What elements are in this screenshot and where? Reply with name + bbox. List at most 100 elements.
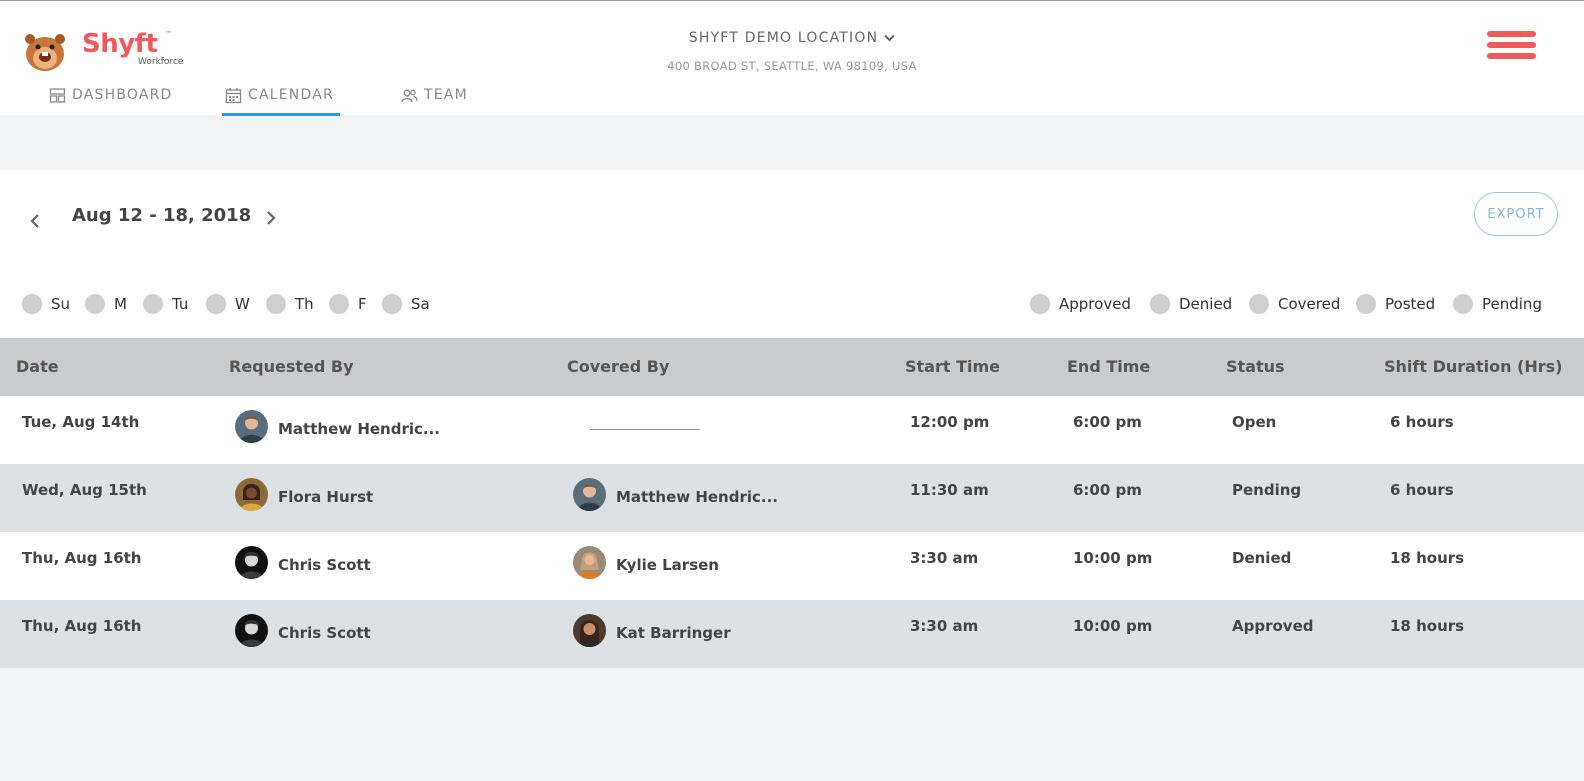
table-row[interactable]: Tue, Aug 14th Matthew Hendric... 12:00 p…: [0, 396, 1584, 464]
cell-end-time: 10:00 pm: [1073, 617, 1153, 635]
cell-start-time: 12:00 pm: [910, 413, 990, 431]
app-header: Shyft ™ Workforce SHYFT DEMO LOCATION 40…: [0, 0, 1584, 116]
filter-label: F: [358, 295, 367, 313]
person-name: Kat Barringer: [616, 624, 731, 642]
column-header-date[interactable]: Date: [16, 357, 59, 376]
cell-covered-by[interactable]: Kat Barringer: [573, 614, 731, 647]
status-filter-approved[interactable]: Approved: [1030, 294, 1131, 314]
beaver-mascot-icon: [25, 34, 65, 71]
day-filter-tuesday[interactable]: Tu: [143, 294, 188, 314]
column-header-shift-duration[interactable]: Shift Duration (Hrs): [1384, 357, 1562, 376]
dashboard-icon: [49, 88, 66, 103]
filter-radio[interactable]: [382, 294, 402, 314]
calendar-icon: [225, 88, 242, 104]
filter-radio[interactable]: [143, 294, 163, 314]
tab-calendar[interactable]: CALENDAR: [222, 81, 340, 116]
chevron-left-icon: [30, 214, 39, 228]
person-name: Kylie Larsen: [616, 556, 719, 574]
avatar: [573, 478, 606, 511]
status-filter-denied[interactable]: Denied: [1150, 294, 1232, 314]
cell-start-time: 3:30 am: [910, 617, 979, 635]
shift-requests-table: Date Requested By Covered By Start Time …: [0, 338, 1584, 668]
column-header-covered-by[interactable]: Covered By: [567, 357, 669, 376]
person-name: Chris Scott: [278, 624, 371, 642]
filter-label: Sa: [411, 295, 430, 313]
cell-end-time: 10:00 pm: [1073, 549, 1153, 567]
filter-label: Covered: [1278, 295, 1341, 313]
day-filter-monday[interactable]: M: [85, 294, 127, 314]
prev-week-button[interactable]: [25, 211, 45, 231]
menu-button[interactable]: [1487, 31, 1537, 61]
cell-covered-by[interactable]: Kylie Larsen: [573, 546, 719, 579]
tab-calendar-label: CALENDAR: [248, 87, 334, 103]
cell-duration: 18 hours: [1390, 549, 1465, 567]
cell-date: Thu, Aug 16th: [22, 617, 142, 635]
avatar: [235, 410, 268, 443]
filter-radio[interactable]: [1453, 294, 1473, 314]
location-selector[interactable]: SHYFT DEMO LOCATION 400 BROAD ST, SEATTL…: [600, 27, 984, 73]
table-row[interactable]: Wed, Aug 15th Flora Hurst Matthew Hendri…: [0, 464, 1584, 532]
menu-bar-icon: [1487, 42, 1536, 48]
tab-team-label: TEAM: [424, 87, 468, 103]
cell-requested-by[interactable]: Flora Hurst: [235, 478, 373, 511]
filter-label: M: [114, 295, 127, 313]
location-name: SHYFT DEMO LOCATION: [688, 30, 879, 46]
status-filter-pending[interactable]: Pending: [1453, 294, 1542, 314]
column-header-start-time[interactable]: Start Time: [905, 357, 1000, 376]
day-filter-thursday[interactable]: Th: [266, 294, 314, 314]
table-row[interactable]: Thu, Aug 16th Chris Scott Kat Barringer …: [0, 600, 1584, 668]
next-week-button[interactable]: [261, 208, 281, 228]
cell-date: Tue, Aug 14th: [22, 413, 140, 431]
column-header-requested-by[interactable]: Requested By: [229, 357, 354, 376]
avatar: [235, 478, 268, 511]
cell-duration: 6 hours: [1390, 413, 1454, 431]
filter-radio[interactable]: [329, 294, 349, 314]
day-filter-friday[interactable]: F: [329, 294, 367, 314]
day-filter-wednesday[interactable]: W: [206, 294, 250, 314]
filter-label: Pending: [1482, 295, 1542, 313]
filter-label: W: [235, 295, 250, 313]
cell-requested-by[interactable]: Chris Scott: [235, 614, 371, 647]
cell-duration: 18 hours: [1390, 617, 1465, 635]
filter-label: Denied: [1179, 295, 1233, 313]
cell-status: Open: [1232, 413, 1277, 431]
tab-dashboard[interactable]: DASHBOARD: [49, 81, 173, 116]
cell-requested-by[interactable]: Chris Scott: [235, 546, 371, 579]
day-filter-sunday[interactable]: Su: [22, 294, 70, 314]
export-button[interactable]: EXPORT: [1474, 192, 1558, 236]
cell-status: Pending: [1232, 481, 1302, 499]
cell-covered-by[interactable]: Matthew Hendric...: [573, 478, 778, 511]
filter-radio[interactable]: [1150, 294, 1170, 314]
cell-status: Approved: [1232, 617, 1314, 635]
filter-label: Approved: [1059, 295, 1131, 313]
brand-name: Shyft: [82, 29, 158, 59]
status-filter-covered[interactable]: Covered: [1249, 294, 1340, 314]
filter-label: Th: [295, 295, 314, 313]
filter-radio[interactable]: [1356, 294, 1376, 314]
filter-radio[interactable]: [22, 294, 42, 314]
panel-toolbar: Aug 12 - 18, 2018 EXPORT Su M Tu W Th F …: [0, 170, 1584, 338]
person-name: Matthew Hendric...: [278, 420, 440, 438]
tab-team[interactable]: TEAM: [401, 81, 468, 116]
team-icon: [401, 89, 418, 103]
day-filter-saturday[interactable]: Sa: [382, 294, 430, 314]
column-header-end-time[interactable]: End Time: [1067, 357, 1150, 376]
brand-logo[interactable]: Shyft ™ Workforce: [22, 27, 192, 73]
column-header-status[interactable]: Status: [1226, 357, 1285, 376]
cell-requested-by[interactable]: Matthew Hendric...: [235, 410, 440, 443]
filter-radio[interactable]: [206, 294, 226, 314]
cell-start-time: 3:30 am: [910, 549, 979, 567]
filter-radio[interactable]: [1030, 294, 1050, 314]
location-name-row[interactable]: SHYFT DEMO LOCATION: [689, 30, 896, 46]
filter-label: Tu: [172, 295, 189, 313]
filter-radio[interactable]: [266, 294, 286, 314]
chevron-down-icon: [884, 34, 895, 42]
status-filter-posted[interactable]: Posted: [1356, 294, 1435, 314]
table-row[interactable]: Thu, Aug 16th Chris Scott Kylie Larsen 3…: [0, 532, 1584, 600]
filter-radio[interactable]: [85, 294, 105, 314]
chevron-right-icon: [267, 211, 276, 225]
cell-date: Thu, Aug 16th: [22, 549, 142, 567]
filter-radio[interactable]: [1249, 294, 1269, 314]
avatar: [235, 614, 268, 647]
cell-start-time: 11:30 am: [910, 481, 989, 499]
